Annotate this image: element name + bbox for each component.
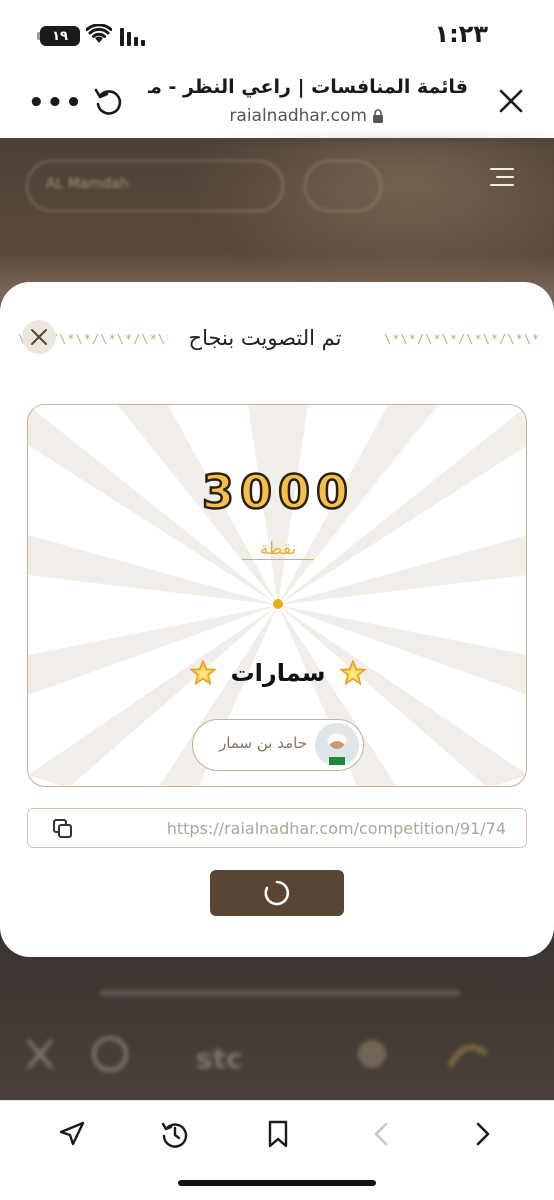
points-value: 3000 bbox=[201, 464, 355, 521]
background-user-pill: AL Mamdah bbox=[26, 160, 284, 212]
close-modal-button[interactable] bbox=[22, 320, 56, 354]
hamburger-menu-icon bbox=[490, 162, 514, 192]
reload-icon[interactable] bbox=[92, 84, 126, 118]
modal-title: تم التصويت بنجاح bbox=[188, 326, 342, 350]
voter-chip: حامد بن سمار bbox=[192, 719, 364, 771]
vote-success-modal: \*\*/\*\*/\*\*/\*\*/\*\*/\*\*/\*\* \*\*/… bbox=[0, 282, 554, 957]
share-icon[interactable] bbox=[58, 1119, 86, 1147]
separator-dot bbox=[273, 599, 283, 609]
clock: ١:٢٣ bbox=[434, 20, 488, 48]
team-row: سمارات bbox=[28, 653, 526, 693]
vote-result-card: 3000 نقطة سمارات حامد بن سمار bbox=[27, 404, 527, 787]
url-text: raialnadhar.com bbox=[229, 106, 367, 126]
star-icon-left bbox=[189, 659, 217, 686]
page-url[interactable]: raialnadhar.com bbox=[229, 106, 384, 126]
forward-icon[interactable] bbox=[472, 1119, 494, 1149]
share-link-field[interactable]: https://raialnadhar.com/competition/91/7… bbox=[27, 808, 527, 848]
status-bar: ١٩ ١:٢٣ bbox=[0, 0, 554, 68]
bookmark-icon[interactable] bbox=[266, 1119, 290, 1149]
share-link-text: https://raialnadhar.com/competition/91/7… bbox=[166, 819, 506, 838]
wifi-icon bbox=[86, 24, 112, 43]
voter-name: حامد بن سمار bbox=[219, 734, 307, 752]
lock-icon bbox=[373, 109, 383, 123]
background-cart-button bbox=[304, 160, 382, 212]
cellular-signal-icon bbox=[120, 26, 145, 46]
close-icon bbox=[31, 329, 47, 345]
loading-button[interactable] bbox=[210, 870, 344, 916]
back-icon[interactable] bbox=[370, 1119, 392, 1149]
battery-indicator: ١٩ bbox=[37, 26, 80, 46]
team-name: سمارات bbox=[230, 659, 326, 687]
background-footer-logos: stc bbox=[26, 990, 489, 1075]
loading-spinner-icon bbox=[264, 880, 290, 906]
page-title[interactable]: قائمة المنافسات | راعي النظر - منق... bbox=[148, 76, 468, 98]
star-icon-right bbox=[339, 659, 367, 686]
copy-icon[interactable] bbox=[52, 818, 74, 840]
home-indicator[interactable] bbox=[178, 1180, 376, 1186]
more-options-icon[interactable]: ••• bbox=[28, 88, 84, 118]
decorative-pattern-right: \*\*/\*\*/\*\*/\*\*/\*\*/\*\*/\*\* bbox=[384, 332, 538, 346]
close-browser-icon[interactable] bbox=[496, 86, 526, 116]
browser-address-bar: ••• قائمة المنافسات | راعي النظر - منق..… bbox=[0, 68, 554, 138]
background-pill-text: AL Mamdah bbox=[46, 176, 129, 192]
voter-avatar bbox=[315, 723, 359, 767]
points-label: نقطة bbox=[28, 539, 526, 560]
history-icon[interactable] bbox=[160, 1119, 190, 1149]
points-label-text: نقطة bbox=[241, 539, 315, 560]
svg-text:stc: stc bbox=[196, 1042, 243, 1075]
